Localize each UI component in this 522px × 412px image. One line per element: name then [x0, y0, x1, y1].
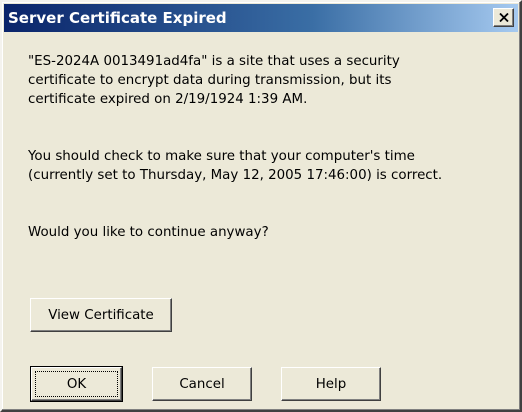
message-line: certificate expired on 2/19/1924 1:39 AM…: [28, 92, 308, 107]
cancel-label: Cancel: [179, 376, 225, 392]
message-line: "ES-2024A 0013491ad4fa" is a site that u…: [28, 54, 400, 69]
message-line: You should check to make sure that your …: [28, 149, 415, 164]
help-label: Help: [315, 376, 347, 392]
title-bar[interactable]: Server Certificate Expired: [4, 4, 518, 32]
close-button[interactable]: [493, 8, 514, 27]
help-button[interactable]: Help: [281, 367, 381, 401]
message-line: certificate to encrypt data during trans…: [28, 73, 392, 88]
dialog-title: Server Certificate Expired: [8, 9, 227, 27]
ok-button[interactable]: OK: [30, 366, 123, 402]
continue-question: Would you like to continue anyway?: [28, 225, 269, 240]
message-line: (currently set to Thursday, May 12, 2005…: [28, 168, 443, 183]
certificate-expired-dialog: Server Certificate Expired "ES-2024A 001…: [0, 0, 522, 412]
cancel-button[interactable]: Cancel: [152, 367, 252, 401]
view-certificate-label: View Certificate: [48, 307, 154, 323]
close-icon: [499, 13, 509, 22]
focus-indicator: [35, 371, 118, 397]
view-certificate-button[interactable]: View Certificate: [30, 298, 172, 332]
